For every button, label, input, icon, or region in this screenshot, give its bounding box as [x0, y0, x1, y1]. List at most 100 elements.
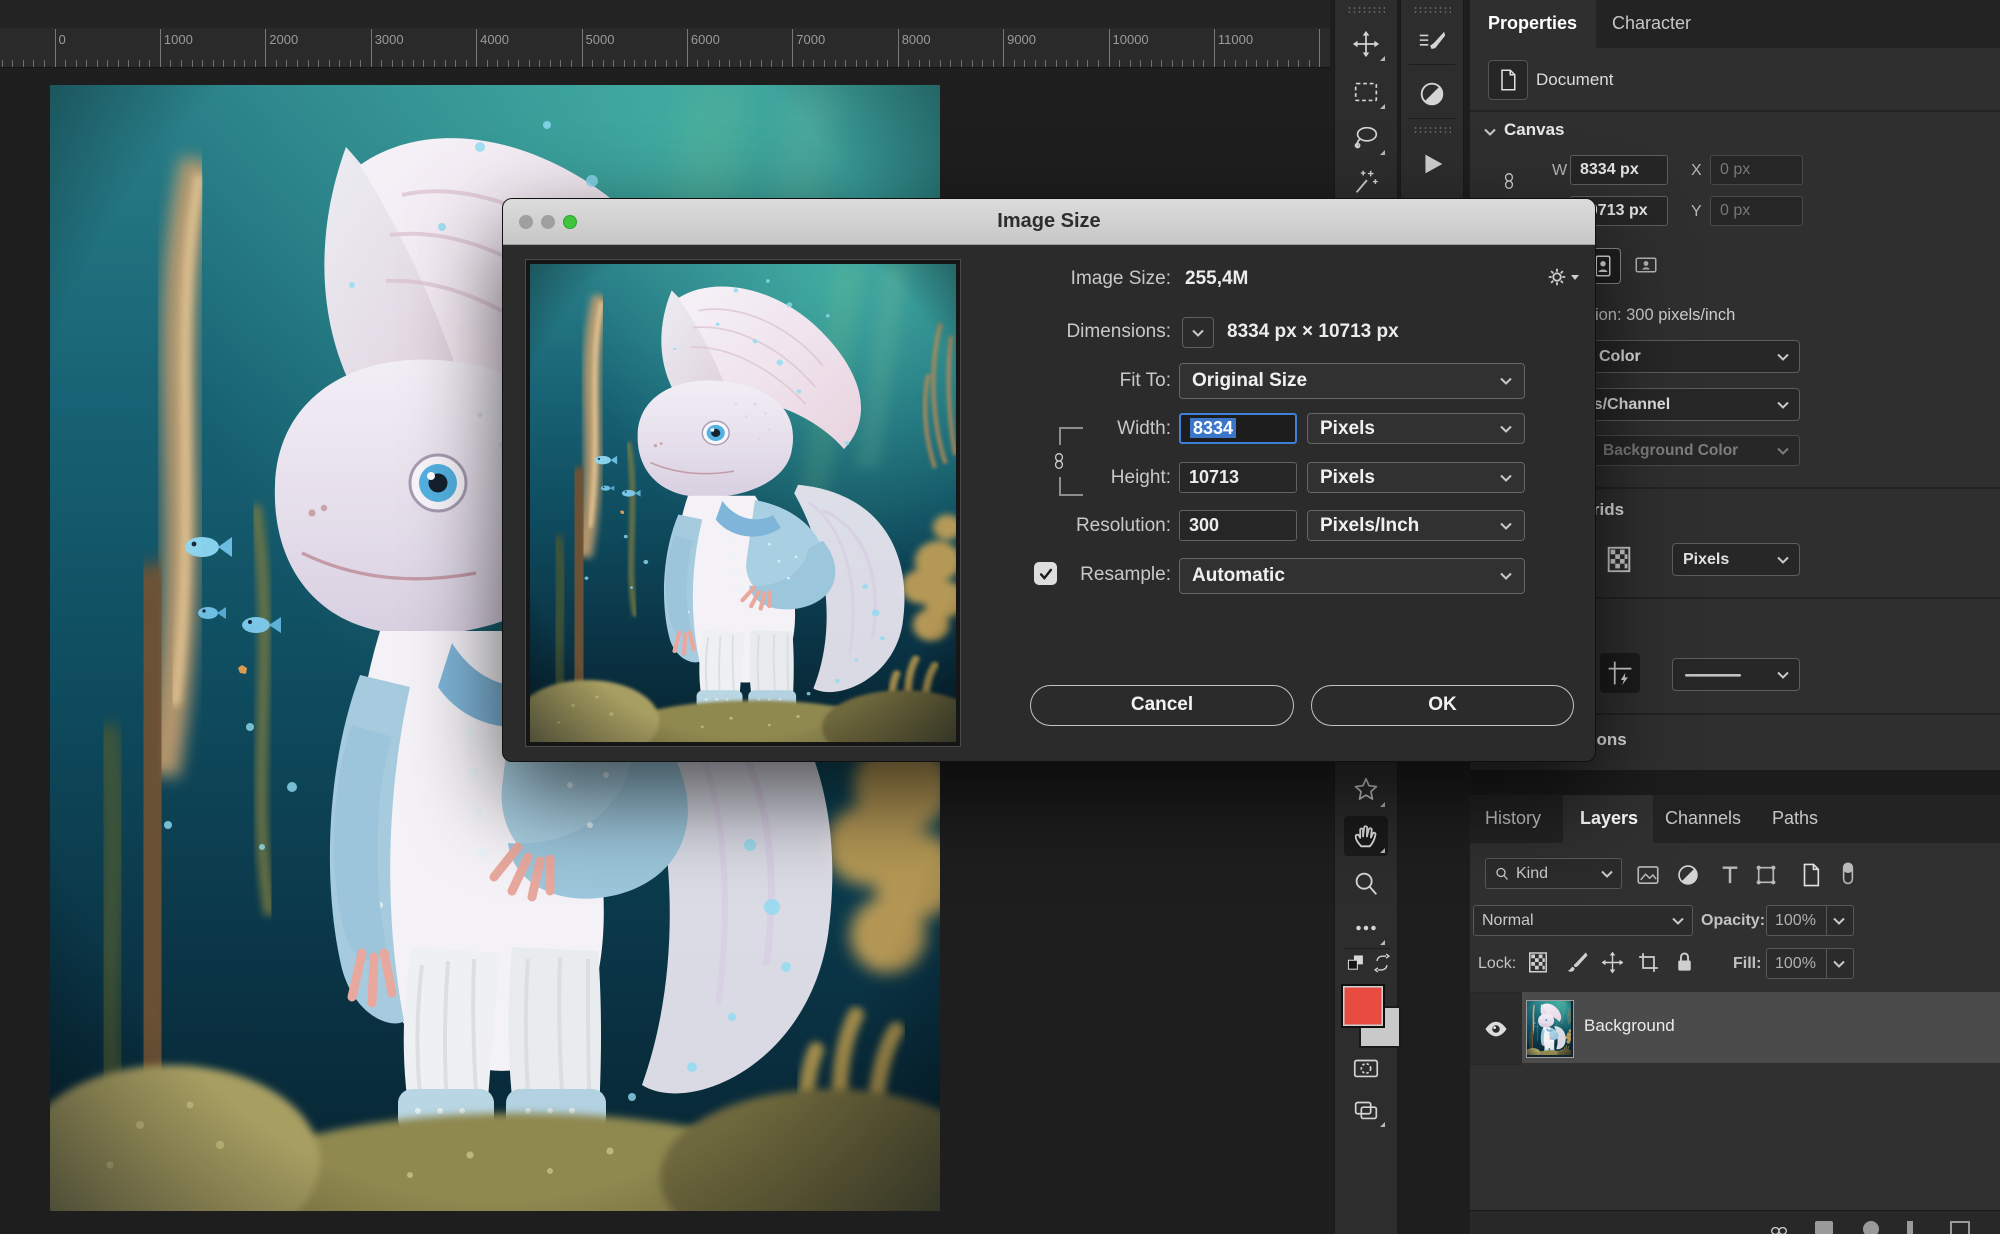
layer-row-background[interactable]: Background	[1522, 992, 2000, 1063]
filter-type-layers-icon[interactable]	[1717, 862, 1743, 888]
layer-name[interactable]: Background	[1584, 1016, 1675, 1036]
ruler-major-tick	[1109, 29, 1110, 67]
orientation-landscape-button[interactable]	[1630, 250, 1662, 280]
move-tool[interactable]	[1344, 24, 1388, 64]
lock-all-icon[interactable]	[1672, 949, 1697, 975]
filter-kind-dropdown[interactable]: Kind	[1485, 858, 1622, 889]
ruler-units-dropdown[interactable]: Pixels	[1672, 543, 1800, 576]
quick-mask-button[interactable]	[1344, 1048, 1388, 1088]
lasso-tool[interactable]	[1344, 118, 1388, 158]
layer-visibility-cell[interactable]	[1470, 992, 1522, 1065]
custom-shape-tool[interactable]	[1344, 770, 1388, 810]
ruler-minor-tick	[202, 60, 203, 67]
ruler-minor-tick	[1151, 60, 1152, 67]
guides-button[interactable]	[1600, 653, 1640, 693]
height-unit-dropdown[interactable]: Pixels	[1307, 462, 1525, 493]
screen-mode-button[interactable]	[1344, 1090, 1388, 1130]
resample-label: Resample:	[931, 564, 1171, 586]
chevron-down-icon	[1672, 917, 1684, 925]
dimension-options-button[interactable]	[1545, 265, 1579, 289]
tab-channels[interactable]: Channels	[1665, 808, 1741, 829]
cancel-button[interactable]: Cancel	[1030, 685, 1294, 726]
ruler-minor-tick	[877, 60, 878, 67]
canvas-width-field[interactable]: 8334 px	[1570, 155, 1668, 185]
ruler-minor-tick	[571, 60, 572, 67]
resolution-input[interactable]: 300	[1179, 510, 1297, 541]
edit-toolbar-button[interactable]	[1344, 908, 1388, 948]
ruler-minor-tick	[1246, 60, 1247, 67]
layer-thumbnail[interactable]	[1526, 1000, 1574, 1058]
opacity-field[interactable]: 100%	[1766, 905, 1854, 936]
ruler-minor-tick	[234, 60, 235, 67]
chevron-down-icon	[1500, 425, 1512, 433]
ruler-major-tick	[55, 29, 56, 67]
toolbar-grip[interactable]	[1347, 6, 1385, 14]
filter-toggle-icon[interactable]	[1834, 857, 1862, 889]
canvas-section-chevron-icon[interactable]	[1484, 128, 1496, 136]
blend-mode-dropdown[interactable]: Normal	[1473, 905, 1693, 936]
fill-field[interactable]: 100%	[1766, 948, 1854, 979]
resolution-unit-dropdown[interactable]: Pixels/Inch	[1307, 510, 1525, 541]
zoom-tool[interactable]	[1344, 864, 1388, 904]
tab-properties-label[interactable]: Properties	[1488, 13, 1577, 34]
lock-artboard-icon[interactable]	[1636, 950, 1661, 975]
toolbar-grip[interactable]	[1413, 126, 1451, 134]
image-preview[interactable]	[525, 259, 961, 747]
ruler-minor-tick	[318, 60, 319, 67]
new-layer-icon[interactable]	[1950, 1221, 1970, 1234]
eye-icon[interactable]	[1482, 1016, 1510, 1042]
canvas-fill-dropdown[interactable]: Background Color	[1592, 435, 1800, 466]
filter-pixel-layers-icon[interactable]	[1635, 862, 1661, 888]
constrain-link-icon[interactable]	[1500, 170, 1518, 192]
marquee-tool[interactable]	[1344, 72, 1388, 112]
lock-pixels-icon[interactable]	[1564, 950, 1589, 975]
guide-style-dropdown[interactable]	[1672, 658, 1800, 691]
hand-tool[interactable]	[1344, 816, 1388, 856]
filter-smart-objects-icon[interactable]	[1798, 862, 1824, 888]
constrain-bracket	[1059, 494, 1083, 496]
tab-paths[interactable]: Paths	[1772, 808, 1818, 829]
adjustment-layer-icon[interactable]	[1907, 1221, 1913, 1234]
resample-dropdown[interactable]: Automatic	[1179, 558, 1525, 594]
ruler-minor-tick	[813, 60, 814, 67]
canvas-section-header[interactable]: Canvas	[1504, 120, 1564, 140]
horizontal-ruler[interactable]: 0100020003000400050006000700080009000100…	[0, 28, 1330, 68]
magic-wand-tool[interactable]	[1344, 162, 1388, 202]
ruler-minor-tick	[1087, 60, 1088, 67]
ruler-minor-tick	[1066, 60, 1067, 67]
document-label: Document	[1536, 70, 1613, 90]
width-input[interactable]: 8334	[1179, 413, 1297, 444]
height-input[interactable]: 10713	[1179, 462, 1297, 493]
toolbar-grip[interactable]	[1413, 6, 1451, 14]
fit-to-label: Fit To:	[931, 370, 1171, 392]
default-colors-icon[interactable]	[1345, 952, 1367, 974]
ok-button[interactable]: OK	[1311, 685, 1574, 726]
ruler-minor-tick	[255, 60, 256, 67]
adjustment-brush-tool[interactable]	[1410, 22, 1454, 62]
dimensions-chevron-button[interactable]	[1182, 317, 1214, 348]
layer-mask-icon[interactable]	[1863, 1221, 1879, 1234]
ruler-minor-tick	[1098, 60, 1099, 67]
filter-adjustment-layers-icon[interactable]	[1675, 862, 1701, 888]
filter-shape-layers-icon[interactable]	[1753, 862, 1779, 888]
swap-colors-icon[interactable]	[1371, 952, 1393, 974]
tab-layers-label[interactable]: Layers	[1580, 808, 1638, 829]
ruler-minor-tick	[244, 60, 245, 67]
fx-icon[interactable]	[1815, 1221, 1833, 1234]
tab-character[interactable]: Character	[1612, 13, 1691, 34]
width-unit-dropdown[interactable]: Pixels	[1307, 413, 1525, 444]
lock-transparency-icon[interactable]	[1526, 948, 1550, 976]
dialog-titlebar[interactable]: Image Size	[503, 199, 1595, 245]
contrast-tool[interactable]	[1410, 74, 1454, 114]
play-actions-button[interactable]	[1410, 144, 1454, 184]
ruler-minor-tick	[497, 60, 498, 67]
foreground-color-swatch[interactable]	[1341, 984, 1385, 1028]
lock-position-icon[interactable]	[1600, 950, 1625, 975]
canvas-y-field[interactable]: 0 px	[1710, 196, 1803, 226]
ruler-minor-tick	[1193, 60, 1194, 67]
tab-history[interactable]: History	[1485, 808, 1541, 829]
fit-to-dropdown[interactable]: Original Size	[1179, 363, 1525, 399]
width-value: 8334	[1190, 418, 1236, 438]
canvas-x-field[interactable]: 0 px	[1710, 155, 1803, 185]
link-layers-icon[interactable]	[1770, 1221, 1788, 1234]
